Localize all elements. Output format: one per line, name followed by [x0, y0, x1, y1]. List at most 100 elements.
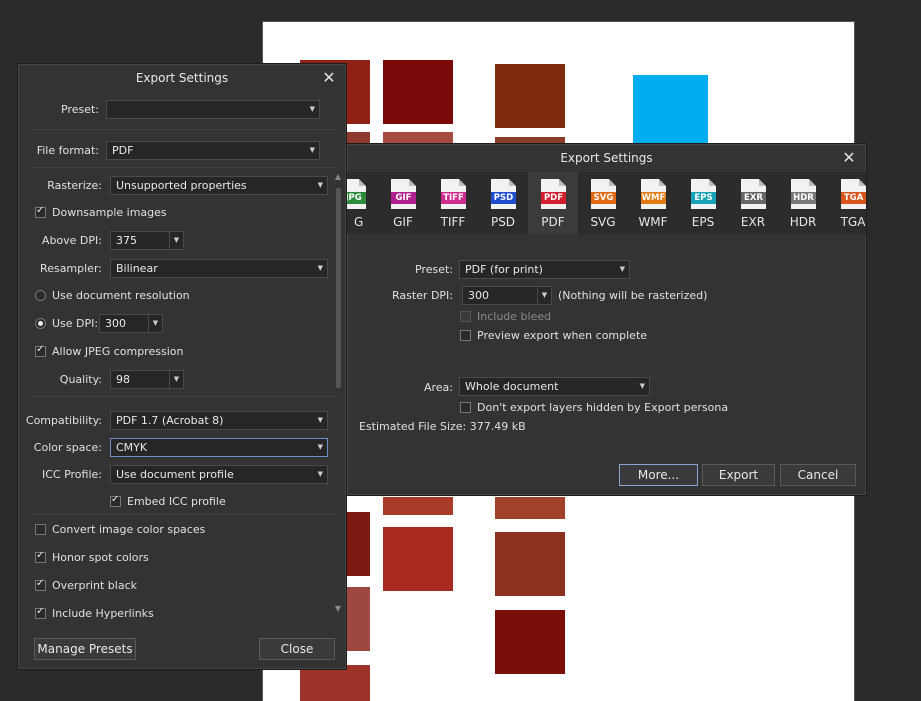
chevron-down-icon: ▼	[317, 264, 323, 272]
canvas-swatch	[495, 64, 565, 128]
overprint-checkbox[interactable]	[35, 578, 46, 591]
chevron-down-icon: ▼	[169, 371, 183, 388]
panel-scrollbar[interactable]: ▲ ▼	[333, 172, 343, 622]
format-tag: PSD	[491, 192, 516, 204]
color-space-label: Color space:	[33, 441, 102, 454]
raster-dpi-label: Raster DPI:	[391, 289, 453, 302]
chevron-down-icon: ▼	[639, 382, 645, 390]
dont-export-checkbox[interactable]	[460, 402, 471, 413]
manage-presets-button[interactable]: Manage Presets	[34, 638, 136, 660]
hyperlinks-checkbox[interactable]	[35, 606, 46, 619]
quality-label: Quality:	[59, 373, 102, 386]
honor-spot-checkbox[interactable]	[35, 550, 46, 563]
format-gif-tab[interactable]: GIF GIF	[378, 172, 428, 234]
raster-dpi-stepper[interactable]: 300 ▼	[462, 286, 552, 305]
hyperlinks-checkbox-row[interactable]: Include Hyperlinks	[35, 606, 154, 620]
file-wmf-icon: WMF	[641, 179, 666, 209]
export-settings-dialog: Export Settings ✕ JPGGGIFGIFTIFFTIFFPSDP…	[346, 143, 867, 496]
scrollbar-thumb[interactable]	[336, 188, 341, 388]
convert-color-checkbox-row[interactable]: Convert image color spaces	[35, 523, 205, 536]
format-jpeg-tab[interactable]: JPG G	[347, 172, 378, 234]
format-label: EPS	[691, 215, 715, 229]
file-exr-icon: EXR	[741, 179, 766, 209]
dialog-title-bar: Export Settings ✕	[347, 144, 866, 172]
preview-export-checkbox[interactable]	[460, 330, 471, 341]
rasterize-dropdown[interactable]: Unsupported properties ▼	[110, 176, 328, 195]
allow-jpeg-checkbox[interactable]	[35, 344, 46, 357]
format-tag: PDF	[541, 192, 566, 204]
color-space-dropdown[interactable]: CMYK ▼	[110, 438, 328, 457]
include-bleed-checkbox-row[interactable]: Include bleed	[460, 310, 551, 323]
format-tag: EXR	[741, 192, 766, 204]
downsample-checkbox[interactable]	[35, 205, 46, 218]
format-pdf-tab[interactable]: PDF PDF	[528, 172, 578, 234]
format-tag: EPS	[691, 192, 716, 204]
resampler-label: Resampler:	[40, 262, 102, 275]
include-bleed-checkbox[interactable]	[460, 311, 471, 322]
dont-export-checkbox-row[interactable]: Don't export layers hidden by Export per…	[460, 401, 728, 414]
file-tga-icon: TGA	[841, 179, 866, 209]
file-format-dropdown[interactable]: PDF ▼	[106, 141, 320, 160]
raster-note: (Nothing will be rasterized)	[558, 289, 708, 302]
above-dpi-stepper[interactable]: 375 ▼	[110, 231, 184, 250]
format-wmf-tab[interactable]: WMF WMF	[628, 172, 678, 234]
compatibility-label: Compatibility:	[25, 414, 102, 427]
convert-color-checkbox[interactable]	[35, 524, 46, 535]
use-dpi-stepper[interactable]: 300 ▼	[99, 314, 163, 333]
use-dpi-radio[interactable]	[35, 318, 46, 329]
format-label: SVG	[590, 215, 616, 229]
format-tag: WMF	[641, 192, 666, 204]
format-psd-tab[interactable]: PSD PSD	[478, 172, 528, 234]
preview-export-checkbox-row[interactable]: Preview export when complete	[460, 329, 647, 342]
downsample-checkbox-row[interactable]: Downsample images	[35, 205, 167, 219]
preset-dropdown[interactable]: PDF (for print) ▼	[459, 260, 630, 279]
use-doc-res-radio[interactable]	[35, 290, 46, 301]
allow-jpeg-checkbox-row[interactable]: Allow JPEG compression	[35, 344, 183, 358]
dialog-title-bar: Export Settings ✕	[18, 64, 346, 92]
format-eps-tab[interactable]: EPS EPS	[678, 172, 728, 234]
close-button[interactable]: Close	[259, 638, 335, 660]
format-tga-tab[interactable]: TGA TGA	[828, 172, 866, 234]
chevron-down-icon: ▼	[619, 265, 625, 273]
format-tiff-tab[interactable]: TIFF TIFF	[428, 172, 478, 234]
chevron-down-icon: ▼	[169, 232, 183, 249]
format-label: PSD	[490, 215, 516, 229]
embed-icc-checkbox[interactable]	[110, 494, 121, 507]
use-dpi-radio-row[interactable]: Use DPI:	[35, 317, 98, 330]
file-svg-icon: SVG	[591, 179, 616, 209]
overprint-checkbox-row[interactable]: Overprint black	[35, 578, 137, 592]
preset-label: Preset:	[414, 263, 453, 276]
format-tag: HDR	[791, 192, 816, 204]
embed-icc-checkbox-row[interactable]: Embed ICC profile	[110, 494, 226, 508]
file-pdf-icon: PDF	[541, 179, 566, 209]
icc-profile-dropdown[interactable]: Use document profile ▼	[110, 465, 328, 484]
chevron-down-icon: ▼	[317, 181, 323, 189]
chevron-down-icon: ▼	[309, 146, 315, 154]
file-tiff-icon: TIFF	[441, 179, 466, 209]
format-tag: GIF	[391, 192, 416, 204]
chevron-down-icon: ▼	[309, 105, 315, 113]
chevron-down-icon: ▼	[148, 315, 162, 332]
area-dropdown[interactable]: Whole document ▼	[459, 377, 650, 396]
scroll-down-icon[interactable]: ▼	[333, 604, 343, 613]
use-doc-res-radio-row[interactable]: Use document resolution	[35, 289, 190, 302]
export-button[interactable]: Export	[702, 464, 775, 486]
canvas-swatch	[300, 665, 370, 701]
scroll-up-icon[interactable]: ▲	[333, 172, 343, 181]
icc-profile-label: ICC Profile:	[41, 468, 102, 481]
canvas-swatch	[495, 497, 565, 519]
honor-spot-checkbox-row[interactable]: Honor spot colors	[35, 550, 149, 564]
more-button[interactable]: More...	[619, 464, 698, 486]
close-icon[interactable]: ✕	[840, 144, 858, 172]
compatibility-dropdown[interactable]: PDF 1.7 (Acrobat 8) ▼	[110, 411, 328, 430]
format-exr-tab[interactable]: EXR EXR	[728, 172, 778, 234]
quality-stepper[interactable]: 98 ▼	[110, 370, 184, 389]
format-svg-tab[interactable]: SVG SVG	[578, 172, 628, 234]
cancel-button[interactable]: Cancel	[780, 464, 856, 486]
close-icon[interactable]: ✕	[320, 64, 338, 92]
format-hdr-tab[interactable]: HDR HDR	[778, 172, 828, 234]
above-dpi-label: Above DPI:	[41, 234, 102, 247]
resampler-dropdown[interactable]: Bilinear ▼	[110, 259, 328, 278]
dialog-title: Export Settings	[135, 71, 229, 85]
preset-dropdown[interactable]: ▼	[106, 100, 320, 119]
